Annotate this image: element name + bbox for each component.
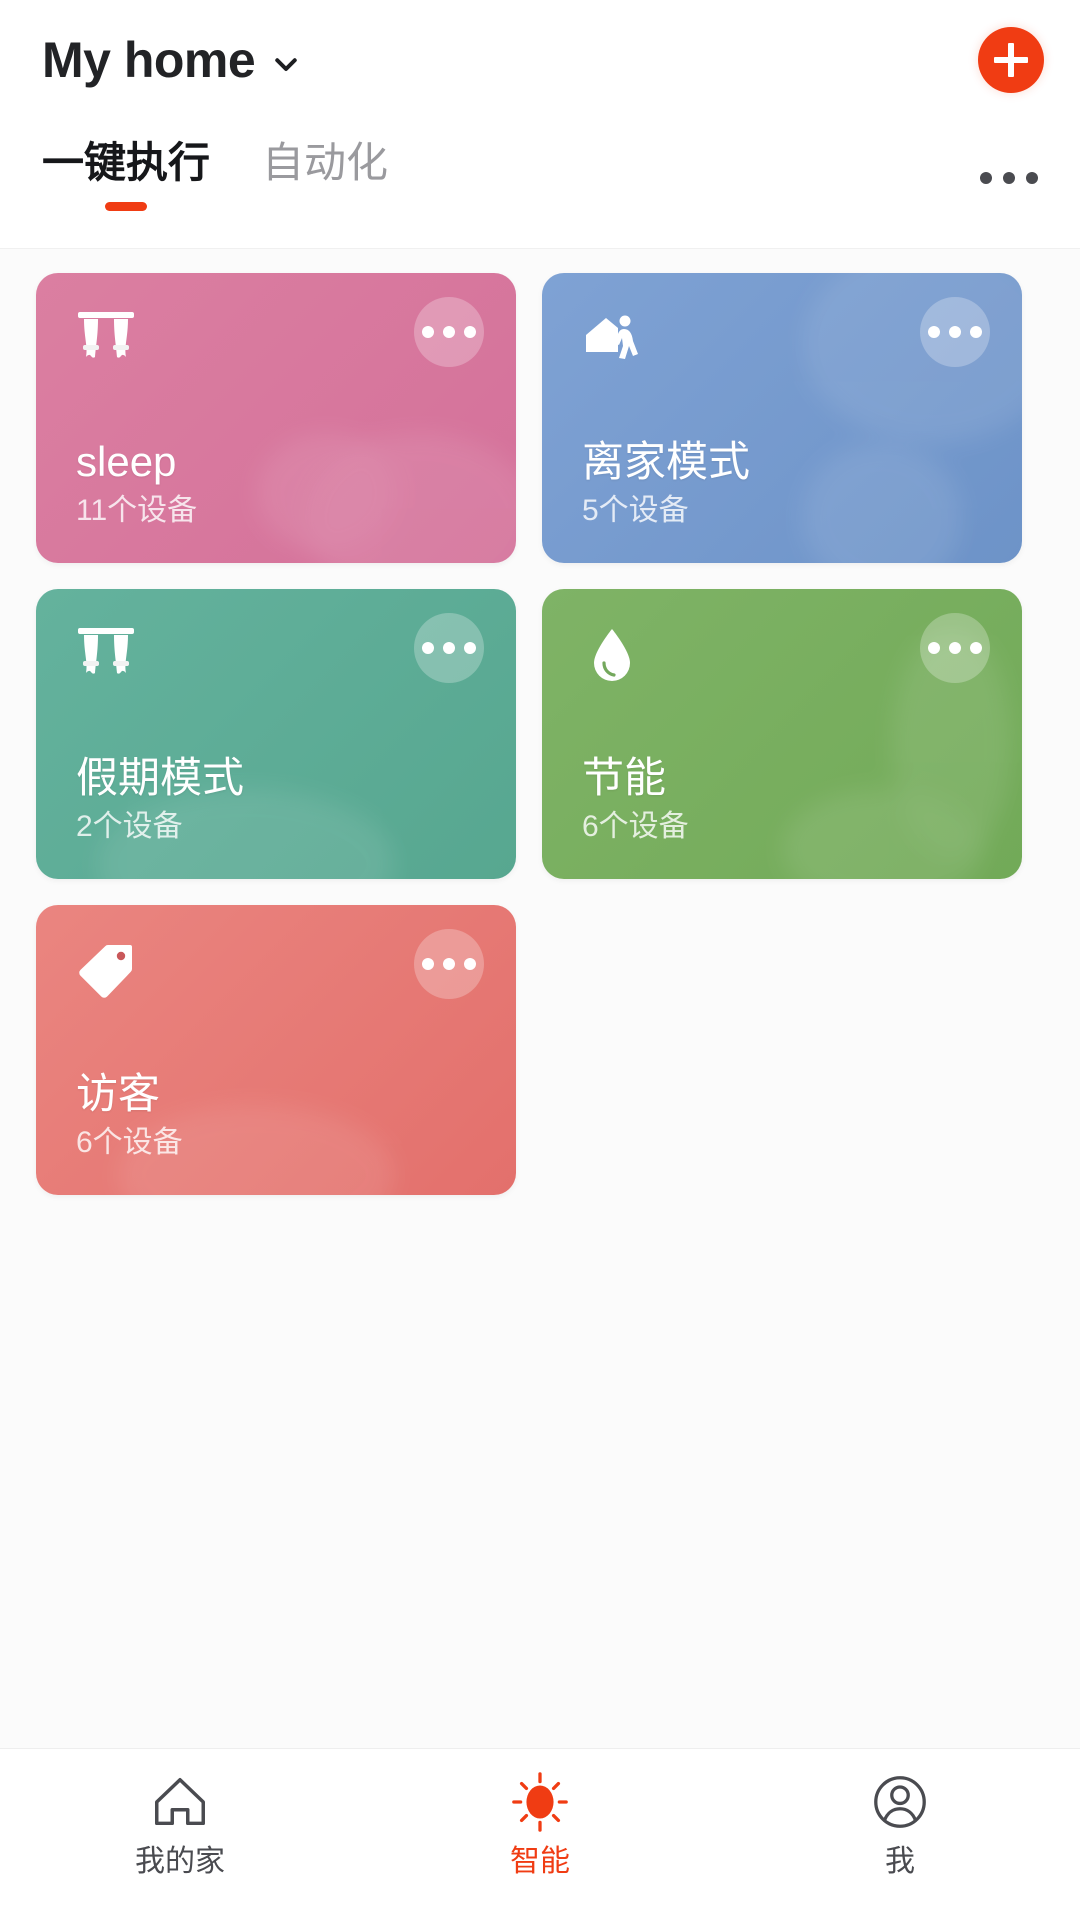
more-horizontal-icon[interactable] <box>980 150 1044 184</box>
scene-card[interactable]: sleep 11个设备 <box>36 273 516 563</box>
tab-label: 自动化 <box>262 139 389 186</box>
tabs-bar: 一键执行 自动化 <box>0 120 1080 248</box>
tab-automation[interactable]: 自动化 <box>262 138 388 229</box>
add-scene-button[interactable] <box>978 27 1044 93</box>
scene-name: 访客 <box>76 1070 161 1118</box>
nav-item-smart[interactable]: 智能 <box>360 1771 720 1877</box>
scenes-scroll-area: sleep 11个设备 离家模式 5个设备 假期模式 2个设备 节能 6个设备 … <box>0 248 1080 1748</box>
water-drop-icon <box>580 623 644 687</box>
scene-text: 离家模式 5个设备 <box>582 437 982 529</box>
chevron-down-icon <box>271 41 301 79</box>
scene-name: 节能 <box>582 754 667 802</box>
scene-name: 假期模式 <box>76 754 245 802</box>
scene-grid: sleep 11个设备 离家模式 5个设备 假期模式 2个设备 节能 6个设备 … <box>36 273 1044 1195</box>
scene-card[interactable]: 节能 6个设备 <box>542 589 1022 879</box>
tab-one-tap-execute[interactable]: 一键执行 <box>42 138 210 229</box>
scene-more-button[interactable] <box>414 613 484 683</box>
scene-name: 离家模式 <box>582 438 751 486</box>
scene-text: 访客 6个设备 <box>76 1069 476 1161</box>
scene-device-count: 6个设备 <box>582 810 689 843</box>
scene-device-count: 5个设备 <box>582 494 689 527</box>
scene-device-count: 11个设备 <box>76 494 198 527</box>
leave-home-icon <box>580 307 644 371</box>
tab-list: 一键执行 自动化 <box>42 138 388 229</box>
scene-text: 节能 6个设备 <box>582 753 982 845</box>
scene-more-button[interactable] <box>414 929 484 999</box>
tab-active-indicator <box>105 201 147 211</box>
scene-more-button[interactable] <box>920 297 990 367</box>
scene-text: 假期模式 2个设备 <box>76 753 476 845</box>
house-icon <box>149 1771 211 1833</box>
nav-label: 智能 <box>510 1845 570 1878</box>
tag-icon <box>74 939 138 1003</box>
scene-more-button[interactable] <box>414 297 484 367</box>
scene-card[interactable]: 离家模式 5个设备 <box>542 273 1022 563</box>
bottom-navigation: 我的家 智能 我 <box>0 1748 1080 1920</box>
nav-label: 我 <box>885 1845 915 1878</box>
person-circle-icon <box>869 1771 931 1833</box>
nav-item-me[interactable]: 我 <box>720 1771 1080 1877</box>
page-title: My home <box>42 32 256 88</box>
scene-text: sleep 11个设备 <box>76 437 476 529</box>
app-root: My home 一键执行 自动化 sleep 11个设备 离家模式 5个设备 假… <box>0 0 1080 1920</box>
nav-item-my-home[interactable]: 我的家 <box>0 1771 360 1877</box>
curtains-icon <box>74 623 138 687</box>
tab-label: 一键执行 <box>42 139 211 186</box>
scene-card[interactable]: 访客 6个设备 <box>36 905 516 1195</box>
sun-icon <box>509 1771 571 1833</box>
nav-label: 我的家 <box>135 1845 225 1878</box>
scene-card[interactable]: 假期模式 2个设备 <box>36 589 516 879</box>
scene-device-count: 2个设备 <box>76 810 183 843</box>
tab-active-indicator <box>304 202 346 211</box>
curtains-icon <box>74 307 138 371</box>
scene-more-button[interactable] <box>920 613 990 683</box>
header: My home <box>0 0 1080 120</box>
home-selector[interactable]: My home <box>42 35 301 85</box>
scene-device-count: 6个设备 <box>76 1126 183 1159</box>
scene-name: sleep <box>76 438 177 486</box>
plus-icon <box>994 43 1028 77</box>
